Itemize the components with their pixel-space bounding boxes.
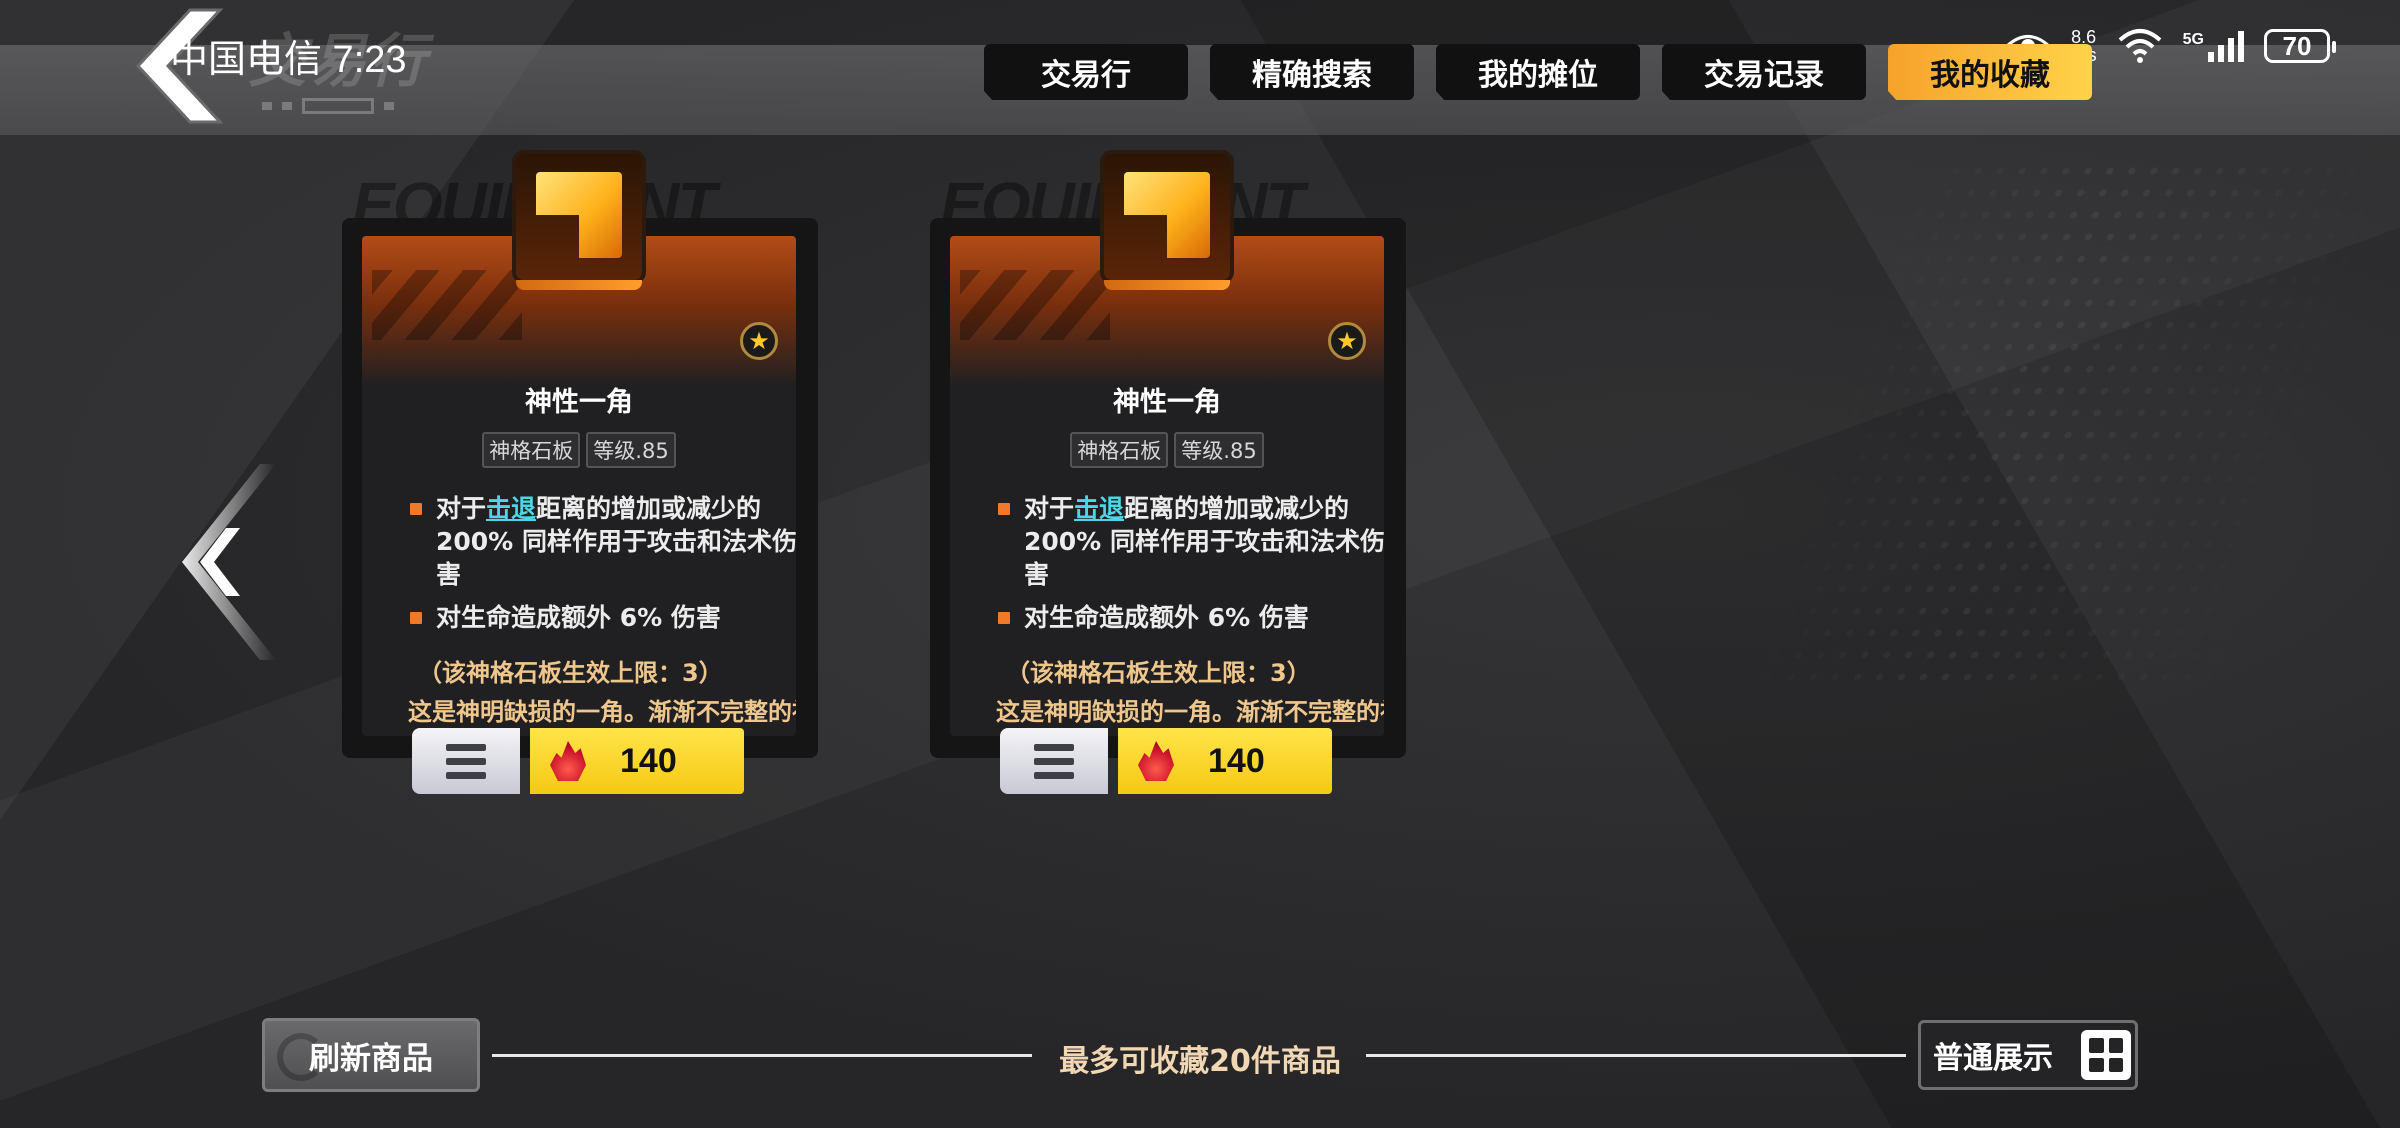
favorites-limit-caption: 最多可收藏20件商品 xyxy=(1059,1044,1341,1079)
refresh-items-button[interactable]: 刷新商品 xyxy=(262,1018,480,1092)
item-effects: 对于击退距离的增加或减少的200% 同样作用于攻击和法术伤害 对生命造成额外 6… xyxy=(998,492,1384,644)
item-type-tag: 神格石板 xyxy=(1070,432,1169,468)
card-body: ★ 神性一角 神格石板 等级.85 对于击退距离的增加或减少的200% 同样作用… xyxy=(362,236,796,736)
lore-text: 这是神明缺损的一角。渐渐不完整的神明似乎在暗示万界的终局。 xyxy=(408,698,796,726)
item-name: 神性一角 xyxy=(1113,387,1221,418)
display-mode-label: 普通展示 xyxy=(1933,1041,2053,1076)
bullet-icon xyxy=(998,503,1010,515)
item-effects: 对于击退距离的增加或减少的200% 同样作用于攻击和法术伤害 对生命造成额外 6… xyxy=(410,492,796,644)
item-tags: 神格石板 等级.85 xyxy=(362,432,796,468)
item-icon xyxy=(1100,150,1234,290)
card-actions: 140 xyxy=(1000,728,1332,794)
item-menu-button[interactable] xyxy=(412,728,520,794)
bullet-icon xyxy=(998,612,1010,624)
keyword-link[interactable]: 击退 xyxy=(486,494,536,523)
tab-trade-records[interactable]: 交易记录 xyxy=(1662,44,1866,100)
divine-fragment-icon xyxy=(1124,172,1210,258)
tab-my-stall[interactable]: 我的摊位 xyxy=(1436,44,1640,100)
item-lore: （该神格石板生效上限：3） 这是神明缺损的一角。渐渐不完整的神明似乎在暗示万界的… xyxy=(996,654,1384,736)
crystal-currency-icon xyxy=(550,741,586,781)
item-icon xyxy=(512,150,646,290)
wifi-icon xyxy=(2118,29,2161,63)
tab-trading-house[interactable]: 交易行 xyxy=(984,44,1188,100)
effect-limit: （该神格石板生效上限：3） xyxy=(418,659,723,687)
item-tags: 神格石板 等级.85 xyxy=(950,432,1384,468)
effect-line: 对于击退距离的增加或减少的200% 同样作用于攻击和法术伤害 xyxy=(998,492,1384,591)
effect-line: 对生命造成额外 6% 伤害 xyxy=(998,601,1384,634)
price-button[interactable]: 140 xyxy=(1118,728,1332,794)
tab-bar: 交易行 精确搜索 我的摊位 交易记录 我的收藏 xyxy=(984,44,2092,100)
tab-precise-search[interactable]: 精确搜索 xyxy=(1210,44,1414,100)
bullet-icon xyxy=(410,503,422,515)
price-button[interactable]: 140 xyxy=(530,728,744,794)
battery-indicator: 70 xyxy=(2264,29,2336,63)
display-mode-button[interactable]: 普通展示 xyxy=(1918,1020,2138,1090)
price-value: 140 xyxy=(1208,741,1265,780)
cellular-signal-icon: 5G xyxy=(2183,30,2244,62)
effect-line: 对生命造成额外 6% 伤害 xyxy=(410,601,796,634)
status-carrier-time: 中国电信 7:23 xyxy=(170,39,407,81)
bullet-icon xyxy=(410,612,422,624)
divider-right xyxy=(1366,1054,1906,1057)
card-actions: 140 xyxy=(412,728,744,794)
card-body: ★ 神性一角 神格石板 等级.85 对于击退距离的增加或减少的200% 同样作用… xyxy=(950,236,1384,736)
lore-text: 这是神明缺损的一角。渐渐不完整的神明似乎在暗示万界的终局。 xyxy=(996,698,1384,726)
divider-left xyxy=(492,1054,1032,1057)
price-value: 140 xyxy=(620,741,677,780)
tab-my-favorites[interactable]: 我的收藏 xyxy=(1888,44,2092,100)
favorite-star-icon[interactable]: ★ xyxy=(740,322,778,360)
effect-line: 对于击退距离的增加或减少的200% 同样作用于攻击和法术伤害 xyxy=(410,492,796,591)
item-level-tag: 等级.85 xyxy=(586,432,676,468)
favorite-star-icon[interactable]: ★ xyxy=(1328,322,1366,360)
crystal-currency-icon xyxy=(1138,741,1174,781)
item-lore: （该神格石板生效上限：3） 这是神明缺损的一角。渐渐不完整的神明似乎在暗示万界的… xyxy=(408,654,796,736)
item-menu-button[interactable] xyxy=(1000,728,1108,794)
previous-page-arrow[interactable] xyxy=(180,462,280,662)
item-card[interactable]: EQUIPMENT ★ 神性一角 神格石板 等级.85 对于击退距离的增加或减少… xyxy=(342,150,818,800)
divine-fragment-icon xyxy=(536,172,622,258)
effect-limit: （该神格石板生效上限：3） xyxy=(1006,659,1311,687)
keyword-link[interactable]: 击退 xyxy=(1074,494,1124,523)
item-name: 神性一角 xyxy=(525,387,633,418)
item-type-tag: 神格石板 xyxy=(482,432,581,468)
item-level-tag: 等级.85 xyxy=(1174,432,1264,468)
item-card[interactable]: EQUIPMENT ★ 神性一角 神格石板 等级.85 对于击退距离的增加或减少… xyxy=(930,150,1406,800)
title-decoration xyxy=(262,96,432,116)
grid-view-icon xyxy=(2081,1030,2131,1080)
